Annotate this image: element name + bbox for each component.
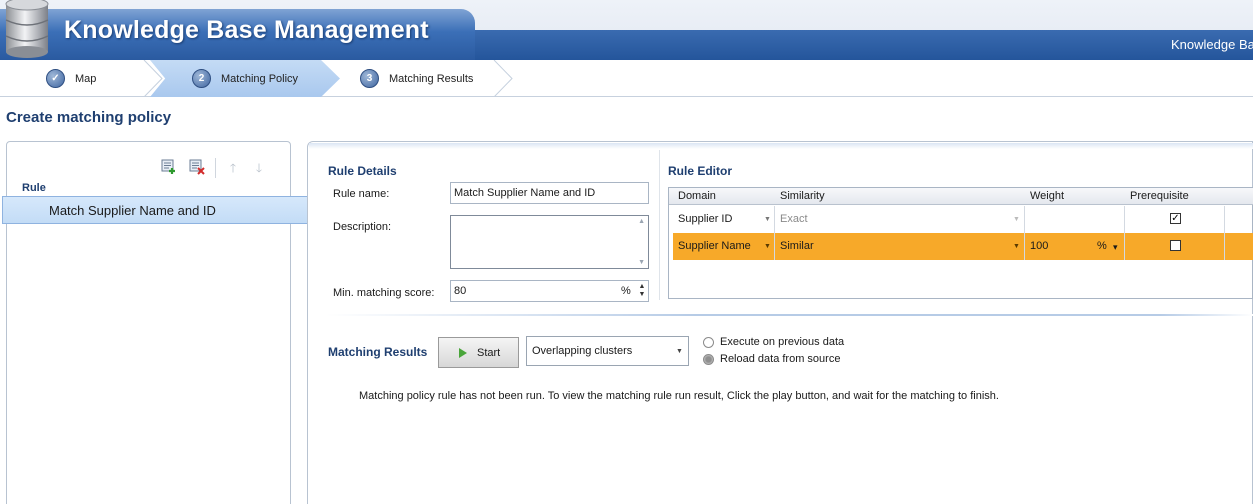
prerequisite-cell: ✓	[1125, 206, 1225, 233]
min-score-value: 80	[454, 285, 467, 297]
description-label: Description:	[333, 221, 392, 233]
dropdown-arrow-icon[interactable]: ▼	[764, 216, 771, 223]
step-separator-icon	[493, 60, 513, 97]
column-header-similarity[interactable]: Similarity	[780, 190, 825, 202]
weight-unit: %	[1097, 240, 1107, 252]
chevron-down-icon[interactable]: ▼	[676, 348, 683, 355]
table-row-selected[interactable]: Supplier Name ▼ Similar ▼ 100 % ▾	[673, 233, 1253, 260]
add-rule-icon[interactable]	[160, 158, 178, 176]
similarity-cell[interactable]: Exact ▼	[775, 206, 1025, 233]
rule-column-header: Rule	[22, 182, 46, 194]
check-icon: ✓	[46, 69, 65, 88]
start-button[interactable]: Start	[438, 337, 519, 368]
cluster-mode-select[interactable]: Overlapping clusters ▼	[526, 336, 689, 366]
table-row[interactable]: Supplier ID ▼ Exact ▼ ✓	[673, 206, 1253, 233]
similarity-value: Exact	[780, 213, 808, 225]
step-label: Matching Results	[389, 72, 474, 85]
domain-cell[interactable]: Supplier Name ▼	[673, 233, 775, 260]
move-down-icon[interactable]: 🡓	[250, 160, 268, 178]
min-score-input[interactable]: 80 %	[450, 280, 649, 302]
status-message: Matching policy rule has not been run. T…	[359, 390, 999, 402]
step-matching-results[interactable]: 3 Matching Results	[360, 69, 473, 88]
percent-unit: %	[621, 285, 631, 297]
dropdown-arrow-icon[interactable]: ▼	[1013, 243, 1020, 250]
similarity-cell[interactable]: Similar ▼	[775, 233, 1025, 260]
rule-list-item[interactable]: Match Supplier Name and ID	[2, 196, 308, 224]
toolbar-divider	[215, 158, 216, 178]
rule-name: Match Supplier Name and ID	[49, 203, 216, 218]
scroll-down-icon[interactable]: ▼	[638, 259, 645, 266]
domain-value: Supplier ID	[678, 213, 733, 225]
cluster-mode-value: Overlapping clusters	[532, 345, 633, 357]
weight-value: 100	[1030, 240, 1049, 252]
move-up-icon[interactable]: 🡑	[224, 160, 242, 178]
description-textarea[interactable]: ▲ ▼	[450, 215, 649, 269]
dropdown-arrow-icon[interactable]: ▼	[764, 243, 771, 250]
step-map[interactable]: ✓ Map	[46, 69, 96, 88]
scroll-up-icon[interactable]: ▲	[638, 218, 645, 225]
column-header-prerequisite[interactable]: Prerequisite	[1130, 190, 1189, 202]
stepper-up-icon[interactable]: ▲	[639, 283, 646, 291]
reload-source-label: Reload data from source	[720, 353, 841, 365]
weight-stepper-icon[interactable]: ▾	[1113, 242, 1118, 253]
play-icon	[459, 347, 467, 358]
app-header: Knowledge Base Management Knowledge Ba	[0, 0, 1253, 60]
rule-name-input[interactable]: Match Supplier Name and ID	[450, 182, 649, 204]
step-number: 2	[192, 69, 211, 88]
execute-previous-radio[interactable]	[703, 337, 714, 348]
step-label: Map	[75, 72, 97, 85]
score-stepper[interactable]: ▲ ▼	[636, 280, 648, 302]
page-title: Create matching policy	[6, 109, 172, 126]
min-score-label: Min. matching score:	[333, 287, 435, 299]
step-label: Matching Policy	[221, 72, 299, 85]
rule-editor-title: Rule Editor	[668, 164, 733, 178]
delete-rule-icon[interactable]	[188, 158, 206, 176]
column-header-weight[interactable]: Weight	[1030, 190, 1064, 202]
similarity-value: Similar	[780, 240, 814, 252]
app-title: Knowledge Base Management	[64, 16, 429, 44]
database-icon	[5, 0, 49, 58]
prerequisite-checkbox[interactable]: ✓	[1170, 213, 1181, 224]
stepper-down-icon[interactable]: ▼	[639, 291, 646, 299]
dropdown-arrow-icon[interactable]: ▼	[1013, 216, 1020, 223]
vertical-divider	[659, 150, 660, 300]
step-matching-policy[interactable]: 2 Matching Policy	[192, 69, 298, 88]
rule-details-title: Rule Details	[328, 164, 397, 178]
section-divider	[326, 314, 1253, 316]
matching-results-title: Matching Results	[328, 345, 428, 359]
rule-name-label: Rule name:	[333, 188, 390, 200]
start-label: Start	[477, 346, 501, 359]
panel-gradient	[309, 143, 1253, 149]
step-separator-icon	[143, 60, 163, 97]
weight-cell[interactable]	[1025, 206, 1125, 233]
domain-cell[interactable]: Supplier ID ▼	[673, 206, 775, 233]
step-number: 3	[360, 69, 379, 88]
column-header-domain[interactable]: Domain	[678, 190, 716, 202]
header-breadcrumb[interactable]: Knowledge Ba	[1171, 37, 1253, 52]
domain-value: Supplier Name	[678, 240, 751, 252]
reload-source-radio[interactable]	[703, 354, 714, 365]
prerequisite-checkbox[interactable]	[1170, 240, 1181, 251]
prerequisite-cell	[1125, 233, 1225, 260]
weight-cell[interactable]: 100 % ▾	[1025, 233, 1125, 260]
execute-previous-label: Execute on previous data	[720, 336, 845, 348]
